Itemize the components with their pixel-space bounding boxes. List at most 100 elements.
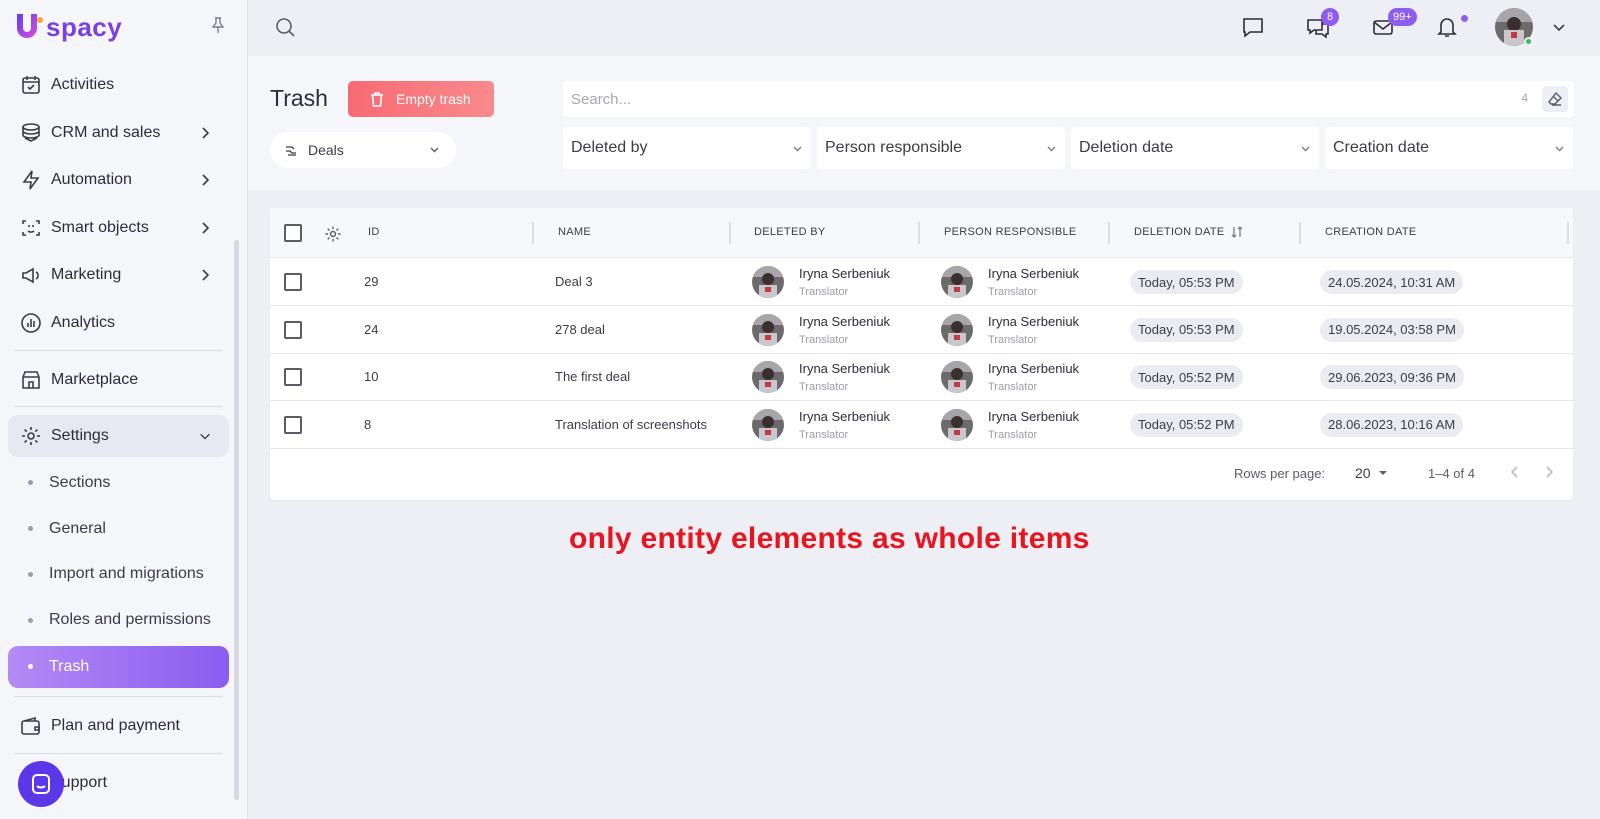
column-header-creation-date[interactable]: CREATION DATE — [1325, 226, 1417, 238]
search-icon[interactable] — [274, 16, 296, 38]
person-name: Iryna Serbeniuk — [799, 408, 891, 424]
rows-per-page-label: Rows per page: — [1234, 466, 1326, 481]
row-checkbox[interactable] — [284, 320, 302, 339]
sidebar-item-label: Smart objects — [51, 218, 149, 236]
cell-person-responsible[interactable]: Iryna Serbeniuk Translator — [941, 313, 1079, 348]
sidebar-sub-import[interactable]: Import and migrations — [8, 554, 229, 594]
cell-deleted-by[interactable]: Iryna Serbeniuk Translator — [752, 361, 890, 395]
gear-icon — [22, 427, 40, 446]
column-resizer[interactable] — [1567, 222, 1569, 244]
sidebar-item-smart-objects[interactable]: Smart objects — [8, 207, 229, 249]
bell-icon[interactable] — [1434, 14, 1460, 40]
cell-name[interactable]: The first deal — [555, 369, 630, 384]
cell-deleted-by[interactable]: Iryna Serbeniuk Translator — [752, 408, 891, 443]
select-all-checkbox[interactable] — [284, 224, 302, 242]
sidebar-item-crm[interactable]: CRM and sales — [8, 112, 229, 154]
person-role: Translator — [988, 286, 1038, 298]
column-resizer[interactable] — [532, 222, 534, 244]
logo[interactable]: spacy — [14, 10, 122, 44]
page-title: Trash — [270, 85, 328, 111]
pin-icon[interactable] — [209, 16, 227, 34]
online-status-dot — [1524, 37, 1533, 46]
mail-badge: 99+ — [1388, 8, 1417, 26]
message-icon[interactable] — [1240, 14, 1266, 40]
cell-person-responsible[interactable]: Iryna Serbeniuk Translator — [941, 408, 1079, 443]
sidebar-item-plan[interactable]: Plan and payment — [8, 705, 229, 747]
column-resizer[interactable] — [1108, 222, 1110, 244]
creation-date-chip: 29.06.2023, 09:36 PM — [1320, 365, 1464, 389]
empty-trash-button[interactable]: Empty trash — [348, 81, 494, 117]
notification-dot — [1461, 15, 1468, 22]
previous-page-icon[interactable] — [1508, 464, 1522, 480]
column-header-deleted-by[interactable]: DELETED BY — [754, 226, 825, 238]
sidebar-item-settings[interactable]: Settings — [8, 415, 229, 458]
filter-creation-date[interactable]: Creation date — [1325, 127, 1573, 169]
table-pagination: Rows per page: 20 1–4 of 4 — [270, 448, 1573, 500]
row-checkbox[interactable] — [284, 273, 302, 291]
sidebar-item-label: Plan and payment — [51, 716, 180, 734]
sidebar-item-marketplace[interactable]: Marketplace — [8, 359, 229, 401]
table-row[interactable]: 10 The first deal Iryna Serbeniuk Translato… — [270, 353, 1573, 401]
filter-person-responsible[interactable]: Person responsible — [817, 127, 1065, 169]
cell-name[interactable]: 278 deal — [555, 322, 605, 337]
cell-person-responsible[interactable]: Iryna Serbeniuk Translator — [941, 266, 1079, 300]
avatar — [752, 313, 784, 346]
page-header-area — [248, 56, 1600, 190]
cell-deleted-by[interactable]: Iryna Serbeniuk Translator — [752, 313, 890, 348]
sidebar-item-label: Analytics — [51, 313, 116, 331]
person-name: Iryna Serbeniuk — [988, 266, 1080, 281]
table-row[interactable]: 8 Translation of screenshots Iryna Serbeni… — [270, 401, 1573, 449]
chevron-right-icon — [202, 222, 210, 234]
column-header-deletion-date[interactable]: DELETION DATE — [1134, 226, 1225, 238]
gear-icon[interactable] — [324, 225, 342, 243]
table-row[interactable]: 29 Deal 3 Iryna Serbeniuk Translator Iryna S… — [270, 258, 1573, 306]
avatar — [941, 408, 973, 441]
row-checkbox[interactable] — [284, 368, 302, 386]
column-header-name[interactable]: NAME — [558, 226, 591, 238]
sidebar-sub-roles[interactable]: Roles and permissions — [8, 600, 229, 640]
sidebar-sub-label: Sections — [49, 473, 111, 491]
trash-table: ID NAME DELETED BY PERSON RESPONSIBLE DE… — [270, 208, 1573, 500]
sidebar-item-analytics[interactable]: Analytics — [8, 302, 229, 344]
cell-id: 8 — [364, 416, 372, 432]
column-resizer[interactable] — [918, 222, 920, 244]
chat-badge: 8 — [1321, 8, 1339, 26]
search-input[interactable]: Search... 4 — [563, 81, 1574, 117]
person-role: Translator — [988, 333, 1038, 346]
support-chat-button[interactable] — [18, 761, 64, 807]
search-placeholder: Search... — [571, 90, 632, 108]
cell-name[interactable]: Translation of screenshots — [555, 417, 707, 432]
sidebar-sub-trash[interactable]: Trash — [8, 645, 229, 688]
sidebar-item-activities[interactable]: Activities — [8, 64, 229, 106]
row-checkbox[interactable] — [284, 415, 302, 434]
cell-deleted-by[interactable]: Iryna Serbeniuk Translator — [752, 266, 890, 300]
table-row[interactable]: 24 278 deal Iryna Serbeniuk Translator Iryna… — [270, 306, 1573, 354]
sidebar-item-marketing[interactable]: Marketing — [8, 254, 229, 296]
rows-per-page-select[interactable]: 20 — [1355, 465, 1371, 481]
filter-deleted-by[interactable]: Deleted by — [563, 127, 811, 169]
column-resizer[interactable] — [1299, 222, 1301, 244]
avatar — [752, 266, 784, 298]
chevron-down-icon[interactable] — [1552, 22, 1566, 34]
sidebar-sub-sections[interactable]: Sections — [8, 463, 229, 503]
database-icon — [22, 122, 40, 142]
caret-down-icon[interactable] — [1378, 469, 1388, 477]
clear-search-button[interactable] — [1542, 86, 1568, 112]
entity-select[interactable]: Deals — [270, 132, 456, 168]
column-resizer[interactable] — [729, 222, 731, 244]
cell-person-responsible[interactable]: Iryna Serbeniuk Translator — [941, 361, 1079, 395]
filter-deletion-date[interactable]: Deletion date — [1071, 127, 1319, 169]
cell-name[interactable]: Deal 3 — [555, 274, 593, 289]
column-header-person-responsible[interactable]: PERSON RESPONSIBLE — [944, 226, 1077, 238]
logo-text: spacy — [46, 11, 123, 42]
megaphone-icon — [22, 267, 39, 284]
next-page-icon[interactable] — [1542, 464, 1556, 480]
sidebar-divider — [14, 752, 223, 754]
sidebar-item-automation[interactable]: Automation — [8, 159, 229, 201]
sort-icon[interactable] — [1230, 225, 1244, 239]
sidebar-sub-general[interactable]: General — [8, 509, 229, 549]
sidebar-scrollbar[interactable] — [234, 240, 239, 800]
creation-date-chip: 19.05.2024, 03:58 PM — [1320, 317, 1464, 342]
column-header-id[interactable]: ID — [368, 226, 380, 238]
wallet-icon — [21, 716, 40, 735]
